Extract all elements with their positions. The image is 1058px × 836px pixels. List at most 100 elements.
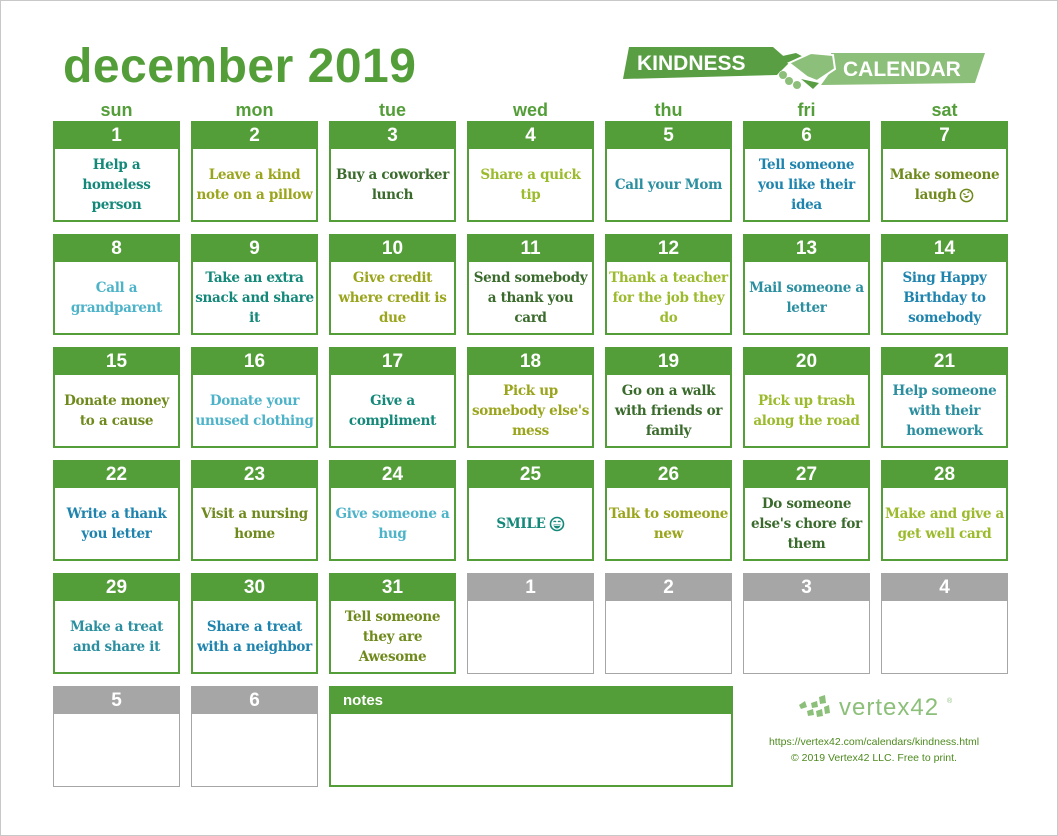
calendar-cell[interactable]: 31 Tell someone they are Awesome [329, 573, 456, 674]
day-number: 9 [191, 234, 318, 262]
month-title: december 2019 [63, 40, 417, 93]
activity-text-wrap: Give a compliment [333, 391, 452, 431]
calendar-page: december 2019 KINDNESS CALENDAR sun mon tu… [0, 0, 1058, 836]
kindness-activity: Give a compliment [331, 375, 454, 446]
calendar-cell[interactable]: 3 Buy a coworker lunch [329, 121, 456, 222]
activity-text-wrap: Do someone else's chore for them [747, 494, 866, 554]
activity-text-wrap: Make someone laugh [885, 165, 1004, 205]
vertex42-logo[interactable]: vertex42 ® [797, 691, 957, 721]
day-number: 1 [53, 121, 180, 149]
calendar-cell[interactable]: 24 Give someone a hug [329, 460, 456, 561]
activity-text-wrap: Tell someone they are Awesome [333, 607, 452, 667]
calendar-cell[interactable]: 13 Mail someone a letter [743, 234, 870, 335]
day-number: 30 [191, 573, 318, 601]
activity-text-wrap: Write a thank you letter [57, 504, 176, 544]
activity-text: Go on a walk with friends or family [614, 382, 723, 439]
kindness-activity: Send somebody a thank you card [469, 262, 592, 333]
day-number: 25 [467, 460, 594, 488]
activity-text-wrap: Give someone a hug [333, 504, 452, 544]
calendar-cell[interactable]: 18 Pick up somebody else's mess [467, 347, 594, 448]
kindness-activity [54, 713, 179, 786]
activity-text: Pick up trash along the road [753, 392, 860, 429]
calendar-cell[interactable]: 1 Help a homeless person [53, 121, 180, 222]
calendar-cell[interactable]: 27 Do someone else's chore for them [743, 460, 870, 561]
activity-text-wrap: Mail someone a letter [747, 278, 866, 318]
calendar-cell-other-month[interactable]: 5 [53, 686, 180, 787]
kindness-activity [882, 600, 1007, 673]
calendar-cell[interactable]: 23 Visit a nursing home [191, 460, 318, 561]
calendar-cell[interactable]: 29 Make a treat and share it [53, 573, 180, 674]
activity-text: Pick up somebody else's mess [471, 382, 590, 439]
calendar-cell[interactable]: 19 Go on a walk with friends or family [605, 347, 732, 448]
calendar-cell[interactable]: 30 Share a treat with a neighbor [191, 573, 318, 674]
vertex42-url-link[interactable]: https://vertex42.com/calendars/kindness.… [751, 736, 997, 748]
activity-text: Make a treat and share it [69, 618, 164, 655]
activity-text-wrap: Pick up somebody else's mess [471, 381, 590, 441]
activity-text: Take an extra snack and share it [195, 269, 314, 326]
kindness-activity: Take an extra snack and share it [193, 262, 316, 333]
activity-text: Help a homeless person [82, 156, 151, 213]
kindness-activity [744, 600, 869, 673]
activity-text: Visit a nursing home [201, 505, 308, 542]
activity-text-wrap: Talk to someone new [609, 504, 728, 544]
kindness-activity: Help someone with their homework [883, 375, 1006, 446]
calendar-cell[interactable]: 2 Leave a kind note on a pillow [191, 121, 318, 222]
calendar-cell[interactable]: 8 Call a grandparent [53, 234, 180, 335]
kindness-activity: Talk to someone new [607, 488, 730, 559]
calendar-cell[interactable]: 7 Make someone laugh [881, 121, 1008, 222]
calendar-cell[interactable]: 9 Take an extra snack and share it [191, 234, 318, 335]
activity-text-wrap: Call a grandparent [57, 278, 176, 318]
day-number: 27 [743, 460, 870, 488]
day-number: 5 [605, 121, 732, 149]
activity-text: Write a thank you letter [66, 505, 167, 542]
calendar-cell[interactable]: 6 Tell someone you like their idea [743, 121, 870, 222]
calendar-cell[interactable]: 5 Call your Mom [605, 121, 732, 222]
calendar-cell[interactable]: 15 Donate money to a cause [53, 347, 180, 448]
activity-text: Give a compliment [348, 392, 437, 429]
calendar-cell[interactable]: 20 Pick up trash along the road [743, 347, 870, 448]
calendar-cell-other-month[interactable]: 3 [743, 573, 870, 674]
day-number: 31 [329, 573, 456, 601]
calendar-cell[interactable]: 22 Write a thank you letter [53, 460, 180, 561]
activity-text: Leave a kind note on a pillow [196, 166, 313, 203]
kindness-activity: Share a treat with a neighbor [193, 601, 316, 672]
kindness-activity: Help a homeless person [55, 149, 178, 220]
kindness-activity: Give someone a hug [331, 488, 454, 559]
activity-text-wrap: Tell someone you like their idea [747, 155, 866, 215]
calendar-cell[interactable]: 26 Talk to someone new [605, 460, 732, 561]
day-number: 1 [467, 573, 594, 601]
calendar-cell-other-month[interactable]: 6 [191, 686, 318, 787]
day-of-week-label: tue [379, 100, 406, 120]
calendar-cell[interactable]: 12 Thank a teacher for the job they do [605, 234, 732, 335]
kindness-activity: Share a quick tip [469, 149, 592, 220]
day-number: 3 [743, 573, 870, 601]
calendar-cell[interactable]: 10 Give credit where credit is due [329, 234, 456, 335]
kindness-activity: Thank a teacher for the job they do [607, 262, 730, 333]
kindness-activity: Visit a nursing home [193, 488, 316, 559]
day-number: 28 [881, 460, 1008, 488]
day-number: 6 [191, 686, 318, 714]
day-number: 26 [605, 460, 732, 488]
kindness-activity: Leave a kind note on a pillow [193, 149, 316, 220]
day-of-week-label: fri [797, 100, 816, 120]
calendar-cell-other-month[interactable]: 4 [881, 573, 1008, 674]
calendar-cell[interactable]: 16 Donate your unused clothing [191, 347, 318, 448]
calendar-cell[interactable]: 14 Sing Happy Birthday to somebody [881, 234, 1008, 335]
calendar-cell[interactable]: 21 Help someone with their homework [881, 347, 1008, 448]
day-of-week-label: mon [235, 100, 274, 120]
calendar-cell[interactable]: 4 Share a quick tip [467, 121, 594, 222]
calendar-cell[interactable]: 11 Send somebody a thank you card [467, 234, 594, 335]
notes-label: notes [329, 686, 733, 714]
calendar-cell-other-month[interactable]: 1 [467, 573, 594, 674]
calendar-cell-other-month[interactable]: 2 [605, 573, 732, 674]
calendar-cell[interactable]: 17 Give a compliment [329, 347, 456, 448]
calendar-cell[interactable]: 25 SMILE [467, 460, 594, 561]
kindness-activity: Write a thank you letter [55, 488, 178, 559]
calendar-cell[interactable]: 28 Make and give a get well card [881, 460, 1008, 561]
kindness-activity: Call a grandparent [55, 262, 178, 333]
day-number: 4 [467, 121, 594, 149]
activity-text-wrap: Share a quick tip [471, 165, 590, 205]
notes-box[interactable]: notes [329, 686, 733, 787]
activity-text: Tell someone you like their idea [758, 156, 855, 213]
kindness-activity: Mail someone a letter [745, 262, 868, 333]
